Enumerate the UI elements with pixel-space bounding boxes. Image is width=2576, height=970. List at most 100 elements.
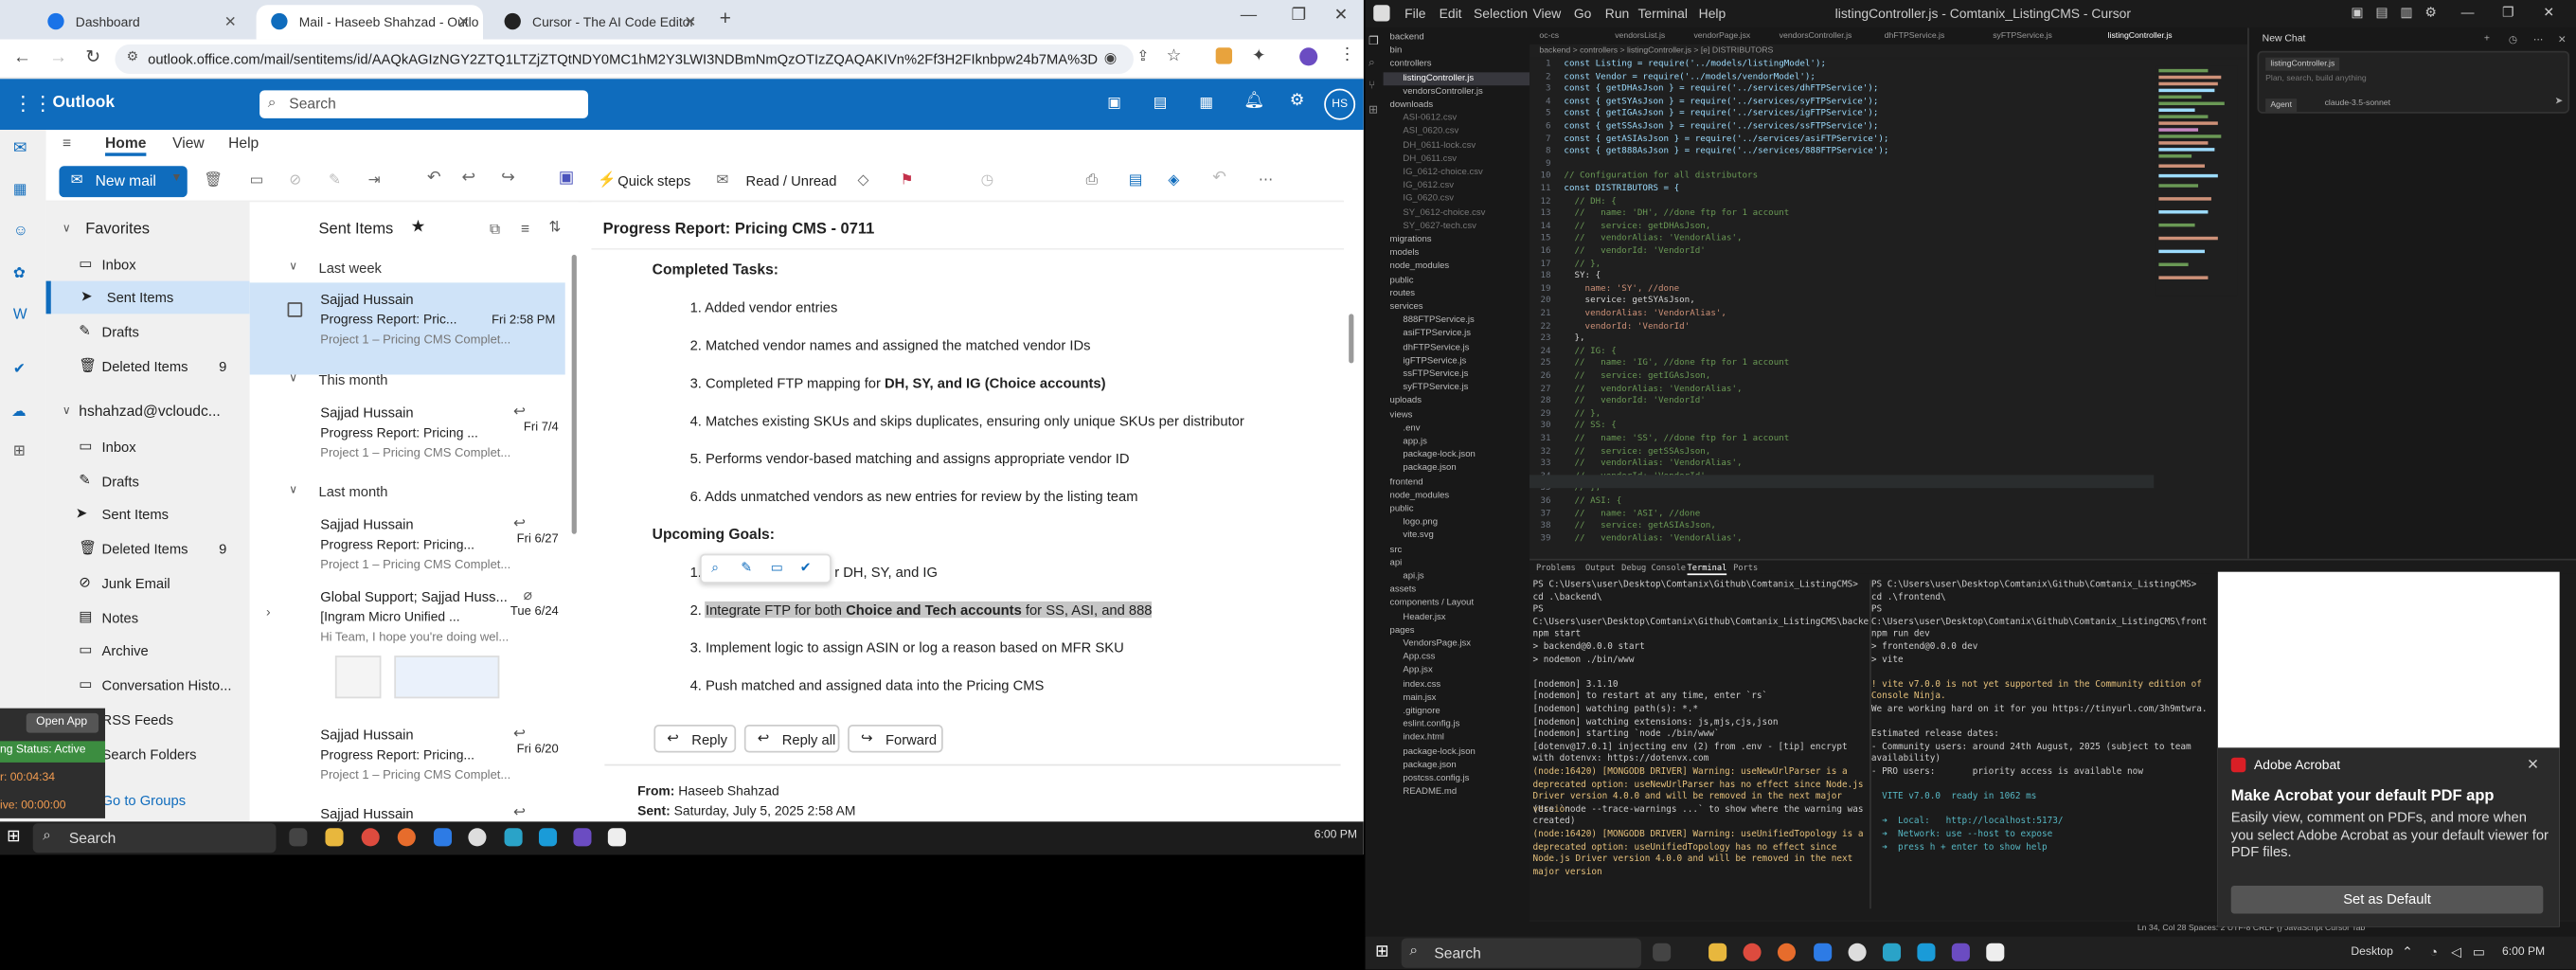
select-icon[interactable]: ⧉: [490, 220, 500, 238]
send-icon[interactable]: ➤: [2554, 96, 2563, 106]
new-mail-button[interactable]: ✉ New mail: [59, 166, 188, 198]
taskbar-search[interactable]: ⌕ Search: [1401, 938, 1641, 968]
explorer-icon[interactable]: ❐: [1368, 34, 1379, 47]
tree-file[interactable]: vendorsController.js: [1384, 85, 1530, 99]
vscode-icon[interactable]: [1917, 943, 1936, 961]
firefox-icon[interactable]: [1777, 943, 1797, 961]
maximize-icon[interactable]: ❐: [1291, 7, 1306, 25]
set-default-button[interactable]: Set as Default: [2230, 886, 2544, 914]
folder-conversation-history[interactable]: ▭ Conversation Histo...: [46, 669, 250, 702]
tree-folder[interactable]: migrations: [1384, 233, 1530, 246]
layout-icon[interactable]: ▥: [2400, 5, 2412, 20]
minimize-icon[interactable]: —: [1241, 7, 1257, 25]
tree-file[interactable]: postcss.config.js: [1384, 772, 1530, 785]
tree-folder[interactable]: public: [1384, 274, 1530, 287]
extensions-icon[interactable]: ⊞: [1368, 103, 1378, 117]
forward-button[interactable]: ↪ Forward: [848, 725, 943, 753]
windows-start-icon[interactable]: ⊞: [1375, 943, 1389, 961]
tree-folder[interactable]: node_modules: [1384, 490, 1530, 503]
favorites-header[interactable]: Favorites: [85, 220, 150, 238]
tree-file[interactable]: package.json: [1384, 759, 1530, 772]
list-item[interactable]: Sajjad Hussain Progress Report: Pricing …: [263, 396, 569, 488]
editor-tab[interactable]: dhFTPService.js: [1885, 31, 1945, 41]
tree-file[interactable]: App.css: [1384, 651, 1530, 664]
list-item[interactable]: › Global Support; Sajjad Huss... [Ingram…: [263, 580, 569, 699]
menu-file[interactable]: File: [1404, 7, 1425, 22]
close-window-icon[interactable]: ✕: [1334, 7, 1349, 25]
tree-folder[interactable]: api: [1384, 557, 1530, 570]
vscode-icon[interactable]: [538, 828, 558, 847]
reading-scrollbar[interactable]: [1349, 314, 1354, 364]
task-view-icon[interactable]: [289, 828, 308, 847]
task-view-icon[interactable]: [1653, 943, 1672, 961]
ribbon-tab-view[interactable]: View: [172, 135, 205, 151]
back-icon[interactable]: ←: [13, 47, 31, 67]
tree-file[interactable]: DH_0611.csv: [1384, 153, 1530, 166]
flag-icon[interactable]: ⚑: [901, 171, 914, 189]
folder-sent-items[interactable]: ➤ Sent Items: [46, 498, 250, 531]
tree-file[interactable]: README.md: [1384, 786, 1530, 799]
folder-inbox[interactable]: ▭ Inbox: [46, 430, 250, 463]
cursor-app-icon[interactable]: [1986, 943, 2005, 961]
cursor-app-icon[interactable]: [607, 828, 626, 847]
hamburger-menu-icon[interactable]: ≡: [63, 135, 71, 151]
eye-icon[interactable]: ◉: [1104, 49, 1118, 67]
chevron-up-icon[interactable]: ⌃: [2402, 944, 2413, 960]
group-header[interactable]: ∨ This month: [250, 371, 563, 387]
source-control-icon[interactable]: ⑂: [1368, 81, 1375, 92]
tree-file[interactable]: syFTPService.js: [1384, 382, 1530, 395]
app-icon[interactable]: [1848, 943, 1867, 961]
profile-avatar-icon[interactable]: [1299, 47, 1318, 66]
folder-archive[interactable]: ▭ Archive: [46, 635, 250, 668]
more-icon[interactable]: ⋯: [2533, 34, 2543, 45]
tree-folder[interactable]: downloads: [1384, 99, 1530, 112]
tree-folder[interactable]: frontend: [1384, 476, 1530, 489]
read-unread-button[interactable]: Read / Unread: [746, 172, 837, 189]
mail-app-icon[interactable]: ✉: [13, 139, 27, 157]
tree-file[interactable]: index.html: [1384, 732, 1530, 745]
archive-icon[interactable]: ▭: [250, 171, 264, 189]
new-mail-dropdown-icon[interactable]: ▼: [170, 172, 182, 184]
code-editor[interactable]: 1 const Listing = require('../models/list…: [1530, 59, 2248, 559]
tree-file[interactable]: listingController.js: [1383, 71, 1530, 85]
report-icon[interactable]: ⊘: [289, 171, 301, 189]
folder-drafts[interactable]: ✎ Drafts: [46, 315, 250, 349]
tree-file[interactable]: SY_0627-tech.csv: [1384, 220, 1530, 233]
favorite-star-icon[interactable]: ★: [411, 219, 426, 237]
folder-deleted-items[interactable]: 🗑︎ Deleted Items 9: [46, 532, 250, 566]
tree-folder[interactable]: public: [1384, 503, 1530, 516]
delete-icon[interactable]: 🗑︎: [204, 171, 223, 189]
chat-composer[interactable]: listingController.js Plan, search, build…: [2257, 50, 2570, 114]
tree-file[interactable]: package.json: [1384, 462, 1530, 476]
close-icon[interactable]: ✕: [2558, 34, 2567, 45]
desktop-label[interactable]: Desktop: [2351, 946, 2393, 958]
app-icon[interactable]: [468, 828, 487, 847]
extension-icon[interactable]: [1215, 47, 1233, 64]
snooze-icon[interactable]: ◷: [981, 171, 994, 189]
tab-cursor[interactable]: Cursor - The AI Code Editor ✕: [490, 5, 709, 39]
tree-file[interactable]: SY_0612-choice.csv: [1384, 207, 1530, 220]
tree-file[interactable]: igFTPService.js: [1384, 354, 1530, 368]
app-icon[interactable]: [1951, 943, 1970, 961]
meet-now-icon[interactable]: ▣: [1107, 94, 1121, 112]
chrome-icon[interactable]: [361, 828, 380, 847]
tree-file[interactable]: ASI-0612.csv: [1384, 112, 1530, 125]
calendar-app-icon[interactable]: ▦: [13, 181, 27, 199]
tree-folder[interactable]: views: [1384, 408, 1530, 422]
filter-format-icon[interactable]: ⌕: [711, 561, 719, 577]
filter-icon[interactable]: ≡: [521, 220, 529, 236]
editor-tab[interactable]: oc-cs: [1539, 31, 1559, 41]
attachment-thumbnail[interactable]: [394, 656, 500, 699]
forward-toolbar-icon[interactable]: ↪: [501, 170, 515, 188]
context-file-chip[interactable]: listingController.js: [2265, 57, 2340, 71]
folder-deleted-items[interactable]: 🗑︎ Deleted Items 9: [46, 350, 250, 383]
folder-inbox[interactable]: ▭ Inbox: [46, 248, 250, 281]
categorize-icon[interactable]: ◇: [858, 171, 869, 189]
translate-icon[interactable]: ▤: [1129, 171, 1143, 189]
sweep-icon[interactable]: ✎: [329, 171, 341, 189]
quick-steps-button[interactable]: Quick steps: [617, 172, 690, 189]
tree-folder[interactable]: assets: [1384, 584, 1530, 597]
menu-selection[interactable]: Selection: [1474, 7, 1528, 22]
site-info-icon[interactable]: ⚙: [127, 49, 138, 64]
group-header[interactable]: ∨ Last week: [250, 260, 563, 276]
